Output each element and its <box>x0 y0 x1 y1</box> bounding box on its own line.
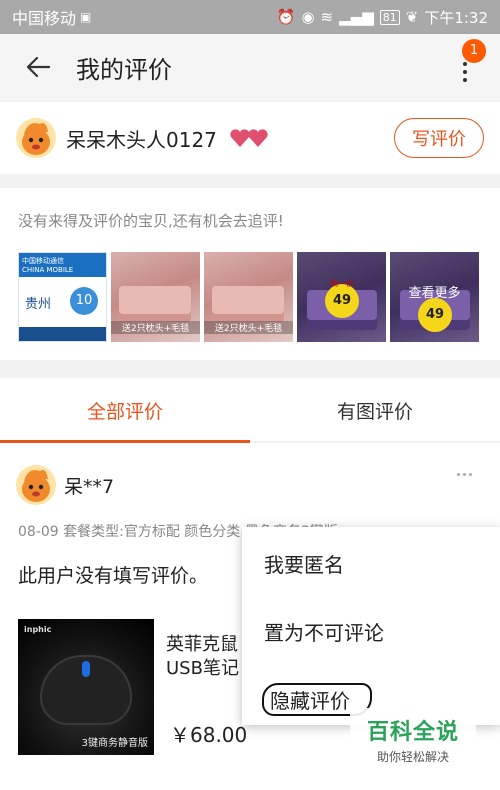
product-name-line: USB笔记 <box>166 658 239 679</box>
user-card: 呆呆木头人0127 写评价 <box>0 102 500 174</box>
tab-photo-reviews[interactable]: 有图评价 <box>250 378 500 442</box>
review-author: 呆**7 <box>16 465 114 505</box>
pending-reviews-section: 没有来得及评价的宝贝,还有机会去追评! 中国移动通信 CHINA MOBILE … <box>0 188 500 360</box>
watermark-logo: 百科全说 助你轻松解决 <box>350 708 476 768</box>
more-dot-icon <box>463 473 466 476</box>
price-tag: 49 <box>325 284 359 318</box>
thumb-caption: 送2只枕头+毛毯 <box>111 321 200 334</box>
menu-item-anonymous[interactable]: 我要匿名 <box>264 549 344 578</box>
review-text: 此用户没有填写评价。 <box>18 565 209 587</box>
mouse-wheel <box>82 661 90 677</box>
thumb-caption: 送2只枕头+毛毯 <box>204 321 293 334</box>
back-arrow-icon <box>26 56 51 78</box>
review-tabs: 全部评价 有图评价 <box>0 378 500 443</box>
pending-item-thumbnail[interactable]: 中国移动通信 CHINA MOBILE 贵州 10 <box>18 252 107 342</box>
status-icons: ⏰ ◉ ≋ ▂▄▆ 81 ❦ 下午1:32 <box>277 7 488 28</box>
pending-item-thumbnail[interactable]: 49 统一价 <box>297 252 386 342</box>
product-price: ￥68.00 <box>170 723 248 747</box>
pending-item-thumbnail[interactable]: 送2只枕头+毛毯 <box>111 252 200 342</box>
product-name-line: 英菲克鼠 <box>166 634 238 655</box>
thumb-brand-band: 中国移动通信 CHINA MOBILE <box>19 253 106 277</box>
page-title: 我的评价 <box>76 55 172 84</box>
view-more-thumbnail[interactable]: 49 查看更多 <box>390 252 479 342</box>
notification-icon: ▣ <box>80 10 92 24</box>
alarm-icon: ⏰ <box>276 8 296 26</box>
pending-item-thumbnail[interactable]: 送2只枕头+毛毯 <box>204 252 293 342</box>
product-brand: inphic <box>24 625 52 634</box>
more-dot-icon <box>469 473 472 476</box>
thumb-value: 10 <box>70 287 98 315</box>
clock-time: 下午1:32 <box>424 8 488 27</box>
tab-all-reviews[interactable]: 全部评价 <box>0 378 250 443</box>
thumb-province: 贵州 <box>25 297 52 312</box>
status-bar: 中国移动 ▣ ⏰ ◉ ≋ ▂▄▆ 81 ❦ 下午1:32 <box>0 0 500 34</box>
back-button[interactable] <box>0 34 76 100</box>
view-more-label: 查看更多 <box>408 286 461 301</box>
price-tag-value: 49 <box>332 293 352 308</box>
more-dot-icon <box>463 70 467 74</box>
signal-icon: ▂▄▆ <box>339 8 374 26</box>
bedding-image <box>212 286 284 322</box>
carrier: 中国移动 ▣ <box>12 5 91 29</box>
mascot-icon <box>16 118 56 158</box>
watermark-subtitle: 助你轻松解决 <box>376 750 449 764</box>
carrier-name: 中国移动 <box>12 9 77 28</box>
watermark-title: 百科全说 <box>366 720 459 745</box>
product-caption: 3键商务静音版 <box>81 738 148 749</box>
price-tag-label: 统一价 <box>330 279 354 288</box>
thumb-footer <box>19 327 106 341</box>
review-author-name: 呆**7 <box>64 475 115 498</box>
level-hearts <box>229 128 269 148</box>
mascot-icon <box>16 465 56 505</box>
avatar[interactable] <box>16 465 56 505</box>
thumb-brand-cn: 中国移动通信 <box>22 257 64 265</box>
review-more-button[interactable] <box>457 473 472 476</box>
avatar[interactable] <box>16 118 56 158</box>
battery-icon: 81 <box>379 9 400 25</box>
bedding-image <box>119 286 191 322</box>
username: 呆呆木头人0127 <box>66 127 217 152</box>
wifi-icon: ≋ <box>320 8 334 26</box>
thumb-brand-en: CHINA MOBILE <box>22 266 74 274</box>
price-tag-value: 49 <box>425 307 445 322</box>
price-tag: 49 <box>418 298 452 332</box>
app-header: 我的评价 <box>0 34 500 100</box>
more-dot-icon <box>463 78 467 82</box>
product-image[interactable]: inphic 3键商务静音版 <box>18 619 154 755</box>
product-name[interactable]: 英菲克鼠 USB笔记 <box>166 633 239 681</box>
write-review-button[interactable]: 写评价 <box>394 118 484 158</box>
more-dot-icon <box>463 62 467 66</box>
menu-item-disable-comments[interactable]: 置为不可评论 <box>264 617 384 646</box>
eye-icon: ◉ <box>301 8 315 26</box>
heart-icon <box>248 129 268 147</box>
more-dot-icon <box>457 473 460 476</box>
leaf-icon: ❦ <box>405 8 419 26</box>
pending-hint: 没有来得及评价的宝贝,还有机会去追评! <box>18 212 284 230</box>
review-options-menu: 我要匿名 置为不可评论 隐藏评价 <box>242 527 500 725</box>
notification-badge: 1 <box>462 39 486 63</box>
pending-thumbnails: 中国移动通信 CHINA MOBILE 贵州 10 送2只枕头+毛毯 送2只枕头… <box>18 252 479 342</box>
